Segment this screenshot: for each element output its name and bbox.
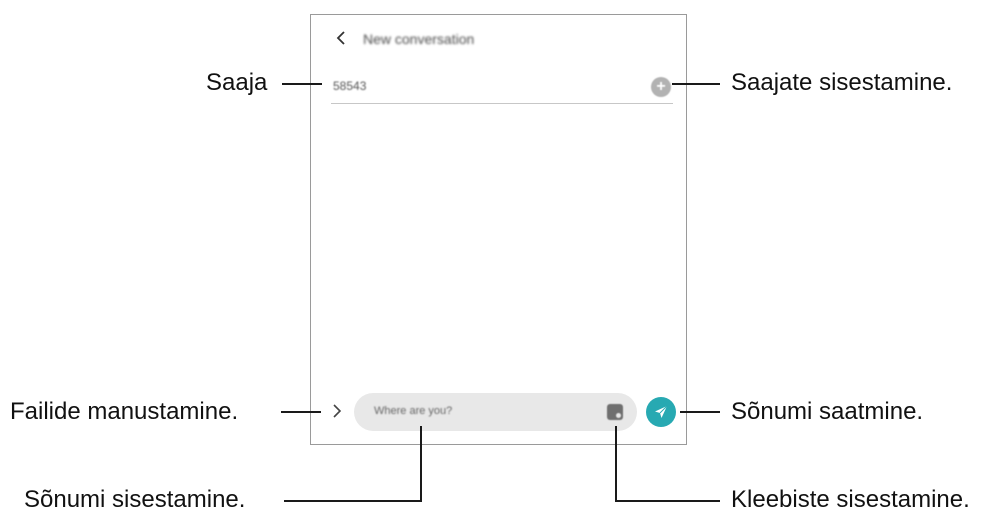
callout-attach-files: Failide manustamine. — [10, 398, 239, 425]
callout-line-enter-message-h — [284, 500, 422, 502]
callout-line-enter-message-v — [420, 426, 422, 502]
recipient-field[interactable]: 58543 + — [331, 71, 673, 104]
callout-recipient: Saaja — [206, 69, 268, 96]
send-icon — [655, 405, 668, 418]
chevron-right-icon — [333, 404, 342, 418]
callout-send-message: Sõnumi saatmine. — [731, 398, 924, 425]
callout-line-enter-stickers-h — [615, 500, 720, 502]
back-button[interactable] — [333, 28, 349, 48]
message-input[interactable]: Where are you? — [354, 393, 637, 431]
send-button[interactable] — [646, 397, 676, 427]
callout-enter-message: Sõnumi sisestamine. — [24, 486, 246, 513]
message-placeholder: Where are you? — [374, 405, 453, 417]
sticker-icon[interactable] — [607, 404, 623, 420]
callout-add-recipients: Saajate sisestamine. — [731, 69, 953, 96]
callout-line-add-recipients — [672, 83, 720, 85]
callout-line-enter-stickers-v — [615, 426, 617, 502]
callout-enter-stickers: Kleebiste sisestamine. — [731, 486, 970, 513]
add-recipient-button[interactable]: + — [651, 77, 671, 97]
chevron-left-icon — [336, 31, 345, 45]
phone-screen: New conversation 58543 + Where are you? — [310, 14, 687, 445]
attach-button[interactable] — [327, 399, 347, 423]
page-title: New conversation — [363, 31, 475, 47]
callout-line-send-message — [680, 411, 720, 413]
callout-line-attach-files — [281, 411, 321, 413]
plus-icon: + — [656, 78, 666, 95]
callout-line-recipient — [282, 83, 322, 85]
recipient-value: 58543 — [333, 79, 367, 93]
